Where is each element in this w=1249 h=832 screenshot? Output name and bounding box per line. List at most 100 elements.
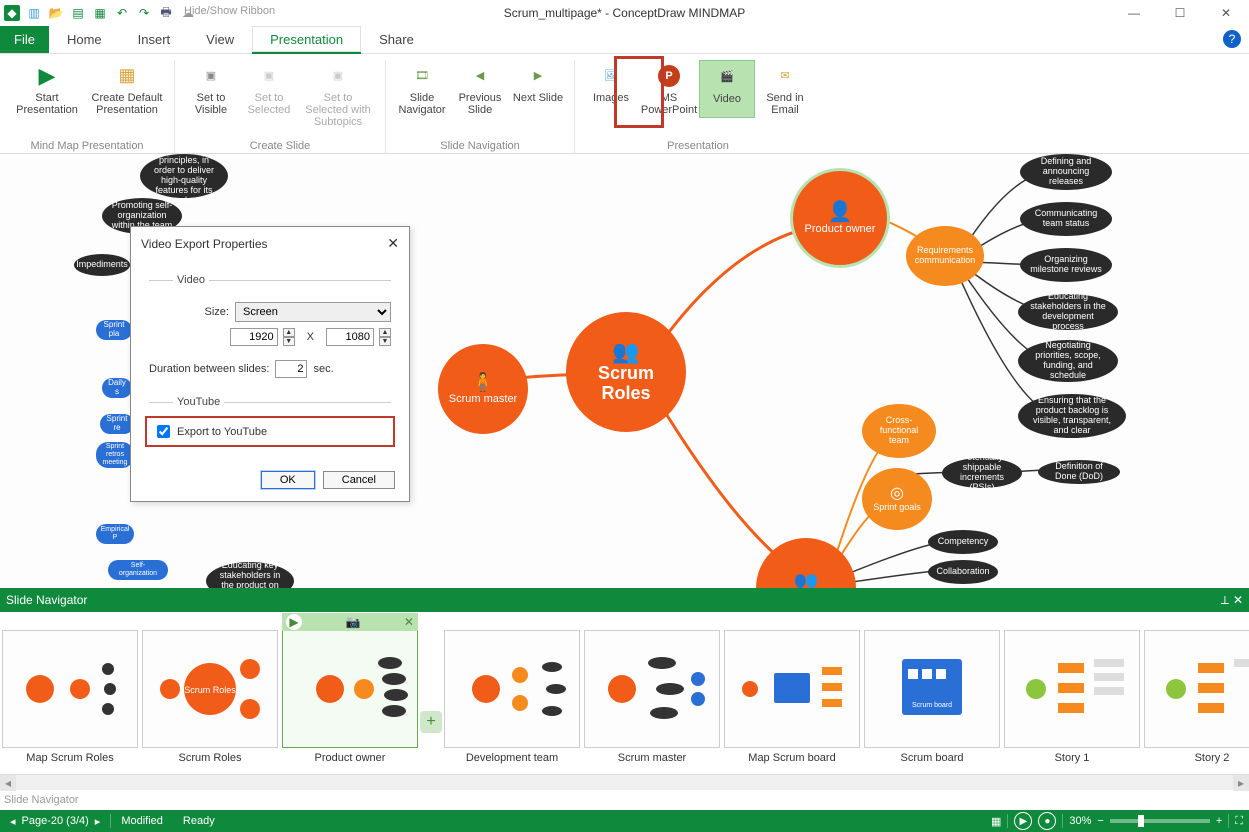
status-modified: Modified — [121, 815, 163, 827]
images-button[interactable]: 🖼 Images — [583, 60, 639, 118]
thumb-play-icon[interactable]: ▶ — [286, 614, 302, 630]
node-psi[interactable]: Potentially shippable increments (PSIs) — [942, 458, 1022, 488]
thumb-3[interactable]: Development team — [444, 612, 580, 774]
node-principles[interactable]: the scrum principles, in order to delive… — [140, 154, 228, 198]
scroll-right-icon[interactable]: ▸ — [1233, 775, 1249, 791]
zoom-fit-icon[interactable]: ⛶ — [1235, 815, 1243, 828]
video-legend: Video — [173, 274, 209, 286]
node-competency[interactable]: Competency — [928, 530, 998, 554]
menu-strip: File Home Insert View Presentation Share… — [0, 26, 1249, 54]
node-cross-team[interactable]: Cross-functional team — [862, 404, 936, 458]
thumb-camera-icon[interactable]: 📷 — [345, 615, 360, 629]
status-page-nav[interactable]: ◂ Page-20 (3/4) ▸ — [0, 810, 110, 832]
status-record-icon[interactable]: ● — [1038, 812, 1056, 830]
node-dod[interactable]: Definition of Done (DoD) — [1038, 460, 1120, 484]
help-icon[interactable]: ? — [1223, 30, 1241, 48]
node-scrum-master[interactable]: 🧍Scrum master — [438, 344, 528, 434]
set-to-visible-button[interactable]: ▣ Set to Visible — [183, 60, 239, 130]
node-req-comm[interactable]: Requirements communication — [906, 226, 984, 286]
page-prev-icon[interactable]: ◂ — [10, 815, 16, 828]
node-org-milestone[interactable]: Organizing milestone reviews — [1020, 248, 1112, 282]
status-play-icon[interactable]: ▶ — [1014, 812, 1032, 830]
node-collab[interactable]: Collaboration — [928, 560, 998, 584]
minimize-button[interactable]: — — [1111, 0, 1157, 26]
node-center[interactable]: 👥 Scrum Roles — [566, 312, 686, 432]
set-to-selected-subtopics-button: ▣ Set to Selected with Subtopics — [299, 60, 377, 130]
dialog-close-button[interactable]: ✕ — [387, 235, 399, 252]
node-selforg[interactable]: Self-organization — [108, 560, 168, 580]
height-input[interactable] — [326, 328, 374, 346]
size-label: Size: — [189, 306, 229, 318]
panel-close-icon[interactable]: ✕ — [1233, 593, 1243, 608]
frame-subtopics-icon: ▣ — [324, 62, 352, 90]
send-email-button[interactable]: ✉ Send in Email — [757, 60, 813, 118]
node-ensure-backlog[interactable]: Ensuring that the product backlog is vis… — [1018, 394, 1126, 438]
tab-insert[interactable]: Insert — [120, 26, 189, 53]
tab-share[interactable]: Share — [361, 26, 432, 53]
node-sprint-pla[interactable]: Sprint pla — [96, 320, 132, 340]
status-ready: Ready — [183, 815, 215, 827]
close-button[interactable]: ✕ — [1203, 0, 1249, 26]
slide-navigator-header: Slide Navigator ⟂ ✕ — [0, 588, 1249, 612]
size-select[interactable]: Screen — [235, 302, 391, 322]
tab-home[interactable]: Home — [49, 26, 120, 53]
node-comm-status[interactable]: Communicating team status — [1020, 202, 1112, 236]
ok-button[interactable]: OK — [261, 471, 315, 489]
node-sprint-retro[interactable]: Sprint retros meeting — [96, 442, 134, 468]
node-daily[interactable]: Daily s — [102, 378, 132, 398]
export-youtube-checkbox[interactable] — [157, 425, 170, 438]
next-slide-button[interactable]: ▶ Next Slide — [510, 60, 566, 118]
tab-view[interactable]: View — [188, 26, 252, 53]
thumb-selection-bar: ▶ 📷 ✕ — [282, 613, 418, 631]
file-menu[interactable]: File — [0, 26, 49, 53]
video-button[interactable]: 🎬 Video — [699, 60, 755, 118]
duration-label: Duration between slides: — [149, 363, 269, 375]
page-next-icon[interactable]: ▸ — [95, 815, 101, 828]
slide-navigator-button[interactable]: 🎞 Slide Navigator — [394, 60, 450, 118]
thumb-8[interactable]: Story 2 — [1144, 612, 1249, 774]
thumb-0[interactable]: Map Scrum Roles — [2, 612, 138, 774]
node-neg-prio[interactable]: Negotiating priorities, scope, funding, … — [1018, 340, 1118, 382]
node-sprint-goals[interactable]: ◎Sprint goals — [862, 468, 932, 530]
pin-icon[interactable]: ⟂ — [1221, 593, 1229, 608]
sec-label: sec. — [313, 363, 333, 375]
node-edu-stake[interactable]: Educating stakeholders in the developmen… — [1018, 294, 1118, 330]
node-impediments[interactable]: Impediments — [74, 254, 130, 276]
thumb-scrollbar[interactable]: ◂ ▸ — [0, 774, 1249, 790]
create-default-presentation-button[interactable]: ▦ Create Default Presentation — [88, 60, 166, 118]
insert-slide-button[interactable]: + — [420, 612, 442, 774]
previous-slide-button[interactable]: ◀ Previous Slide — [452, 60, 508, 118]
width-input[interactable] — [230, 328, 278, 346]
duration-input[interactable] — [275, 360, 307, 378]
start-presentation-button[interactable]: ▶ Start Presentation — [8, 60, 86, 118]
node-sprint-re[interactable]: Sprint re — [100, 414, 134, 434]
node-product-owner[interactable]: 👤Product owner — [790, 168, 890, 268]
maximize-button[interactable]: ☐ — [1157, 0, 1203, 26]
height-spinner[interactable]: ▲▼ — [379, 328, 391, 346]
thumb-2[interactable]: ▶ 📷 ✕ Product owner — [282, 612, 418, 774]
zoom-out-icon[interactable]: − — [1097, 815, 1103, 827]
zoom-in-icon[interactable]: + — [1216, 815, 1222, 827]
slide-thumbnail-row[interactable]: Map Scrum Roles Scrum Roles Scrum Roles … — [0, 612, 1249, 774]
status-grid-icon[interactable]: ▦ — [991, 815, 1001, 828]
next-slide-icon: ▶ — [524, 62, 552, 90]
thumb-5[interactable]: Map Scrum board — [724, 612, 860, 774]
node-def-announce[interactable]: Defining and announcing releases — [1020, 154, 1112, 190]
node-empirical[interactable]: Empirical P — [96, 524, 134, 544]
page-indicator: Page-20 (3/4) — [22, 815, 89, 827]
width-spinner[interactable]: ▲▼ — [283, 328, 295, 346]
frame-visible-icon: ▣ — [197, 62, 225, 90]
thumb-7[interactable]: Story 1 — [1004, 612, 1140, 774]
thumb-6[interactable]: Scrum board Scrum board — [864, 612, 1000, 774]
thumb-4[interactable]: Scrum master — [584, 612, 720, 774]
ms-powerpoint-button[interactable]: P MS PowerPoint — [641, 60, 697, 118]
node-edu-key[interactable]: Educating key stakeholders in the produc… — [206, 562, 294, 588]
video-icon: 🎬 — [713, 63, 741, 91]
zoom-slider[interactable] — [1110, 819, 1210, 823]
scroll-left-icon[interactable]: ◂ — [0, 775, 16, 791]
group-label-presentation: Presentation — [667, 140, 729, 154]
thumb-delete-icon[interactable]: ✕ — [404, 615, 414, 629]
cancel-button[interactable]: Cancel — [323, 471, 395, 489]
tab-presentation[interactable]: Presentation — [252, 26, 361, 54]
thumb-1[interactable]: Scrum Roles Scrum Roles — [142, 612, 278, 774]
